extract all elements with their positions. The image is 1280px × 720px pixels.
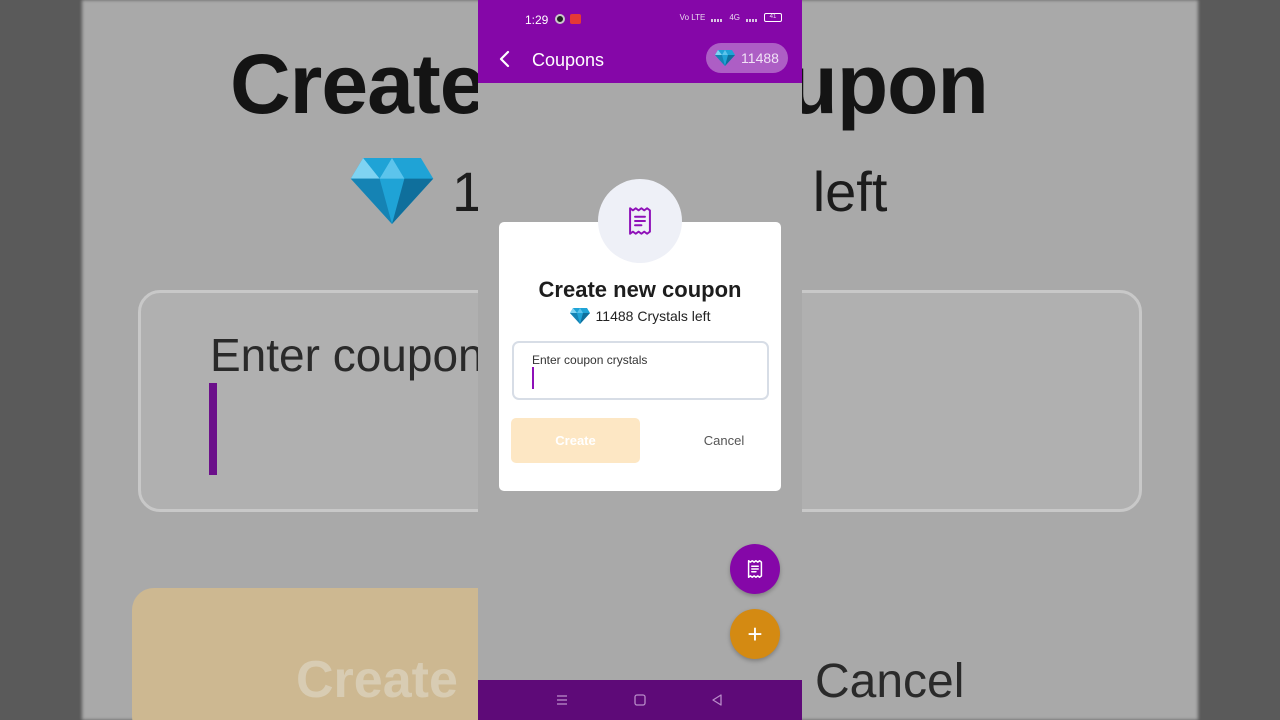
back-arrow-icon[interactable] — [494, 47, 518, 71]
status-indicators: Vo LTE 4G 41 — [680, 13, 782, 22]
diamond-icon — [715, 50, 736, 66]
dialog-badge — [598, 179, 682, 263]
signal-icon — [711, 13, 724, 22]
input-label: Enter coupon crystals — [532, 353, 648, 367]
diamond-icon — [350, 158, 434, 224]
diamond-icon — [569, 308, 590, 324]
receipt-icon — [629, 207, 651, 235]
status-bar: 1:29 Vo LTE 4G 41 — [478, 0, 802, 38]
background-cancel-label: Cancel — [815, 655, 965, 708]
coupon-crystals-input[interactable]: Enter coupon crystals — [512, 341, 769, 400]
dialog-title: Create new coupon — [538, 277, 742, 302]
notification-icon — [555, 14, 565, 24]
phone-screen: 1:29 Vo LTE 4G 41 Coupons 11488 Create n… — [478, 0, 802, 720]
home-icon[interactable] — [630, 690, 650, 710]
background-field-label: Enter coupon — [210, 329, 484, 381]
volte-label: Vo LTE — [679, 13, 706, 22]
crystal-balance: 11488 — [741, 50, 779, 66]
background-caret — [209, 383, 217, 475]
battery-icon: 41 — [764, 13, 782, 22]
receipt-icon — [747, 560, 763, 578]
coupons-fab[interactable] — [730, 544, 780, 594]
network-type-label: 4G — [729, 13, 740, 22]
back-nav-icon[interactable] — [707, 690, 727, 710]
create-button[interactable]: Create — [511, 418, 640, 463]
app-bar: Coupons 11488 — [478, 38, 802, 83]
crystals-left-text: 11488 Crystals left — [595, 308, 711, 324]
crystals-left: 11488 Crystals left — [499, 308, 781, 324]
page-title: Coupons — [532, 50, 605, 70]
cancel-button[interactable]: Cancel — [659, 418, 789, 463]
status-time: 1:29 — [525, 13, 549, 27]
menu-icon[interactable] — [552, 690, 572, 710]
text-caret — [532, 367, 534, 389]
plus-icon: + — [747, 618, 763, 649]
crystal-balance-chip[interactable]: 11488 — [706, 43, 788, 73]
background-create-label: Create — [296, 651, 458, 709]
signal-icon-2 — [746, 13, 758, 22]
recording-icon — [570, 14, 581, 24]
system-nav-bar — [478, 680, 802, 720]
add-coupon-fab[interactable]: + — [730, 609, 780, 659]
